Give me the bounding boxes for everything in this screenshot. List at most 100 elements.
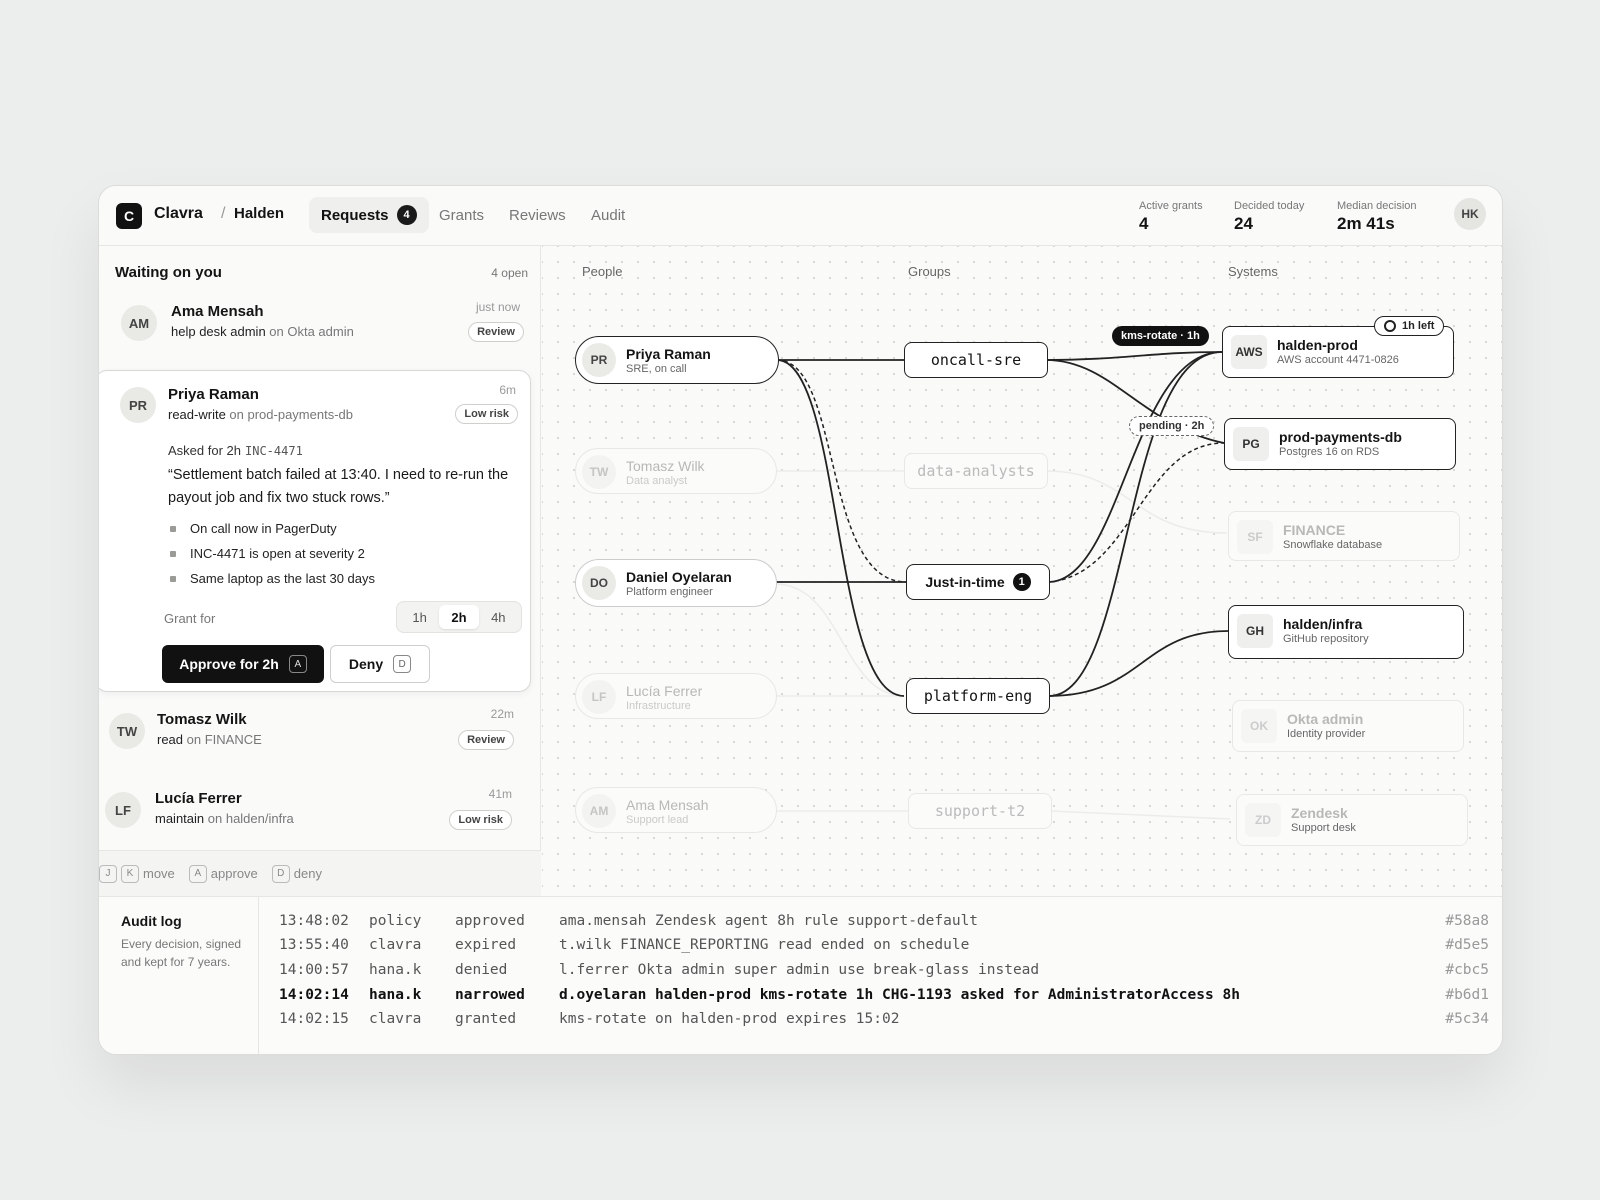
person-role: Data analyst xyxy=(626,475,688,487)
log-action: expired xyxy=(455,937,517,953)
request-scope: help desk admin on Okta admin xyxy=(171,324,354,339)
time-left-tag: 1h left xyxy=(1374,316,1445,336)
audit-log-panel: Audit log Every decision, signed and kep… xyxy=(99,896,1502,1054)
grant-for-label: Grant for xyxy=(164,611,216,626)
time-left-text: 1h left xyxy=(1402,320,1435,332)
key-k: K xyxy=(121,864,139,883)
audit-log-sidebar: Audit log Every decision, signed and kep… xyxy=(99,897,259,1054)
group-node-data-analysts[interactable]: data-analysts xyxy=(904,453,1048,489)
log-hash[interactable]: #cbc5 xyxy=(1445,962,1489,978)
avatar: PR xyxy=(582,343,616,377)
system-name: prod-payments-db xyxy=(1279,429,1402,445)
top-bar: C Clavra / Halden Requests 4 Grants Revi… xyxy=(99,186,1502,246)
avatar: AM xyxy=(582,794,616,828)
log-hash[interactable]: #5c34 xyxy=(1445,1011,1489,1027)
access-level: read-write xyxy=(168,407,226,422)
review-pill[interactable]: Review xyxy=(468,322,524,342)
clavra-logo-icon[interactable]: C xyxy=(116,203,142,229)
workspace-breadcrumb[interactable]: Halden xyxy=(234,205,284,222)
log-hash[interactable]: #d5e5 xyxy=(1445,937,1489,953)
deny-button[interactable]: Deny D xyxy=(330,645,430,683)
stat-label: Decided today xyxy=(1234,200,1305,212)
log-actor: policy xyxy=(369,913,422,929)
person-node-priya[interactable]: PR Priya Raman SRE, on call xyxy=(575,336,779,384)
signal-text: Same laptop as the last 30 days xyxy=(190,571,376,586)
system-node-prod-payments-db[interactable]: PG prod-payments-db Postgres 16 on RDS xyxy=(1224,418,1456,470)
audit-log-row[interactable]: 13:55:40 clavra expired t.wilk FINANCE_REPO… xyxy=(279,937,1489,961)
tab-audit[interactable]: Audit xyxy=(579,197,637,233)
zendesk-icon: ZD xyxy=(1245,803,1281,837)
key-d: D xyxy=(271,864,290,883)
system-name: Okta admin xyxy=(1287,711,1364,727)
queue-title: Waiting on you xyxy=(115,264,222,281)
github-icon: GH xyxy=(1237,614,1273,648)
stat-label: Median decision xyxy=(1337,200,1417,212)
justification-quote: “Settlement batch failed at 13:40. I nee… xyxy=(168,467,509,506)
audit-log-row[interactable]: 14:02:15 clavra granted kms-rotate on halde… xyxy=(279,1011,1489,1035)
signal-text: INC-4471 is open at severity 2 xyxy=(190,546,365,561)
system-name: halden-prod xyxy=(1277,337,1358,353)
risk-pill[interactable]: Low risk xyxy=(449,810,512,830)
avatar: TW xyxy=(109,713,145,749)
person-name: Priya Raman xyxy=(626,346,711,362)
log-actor: clavra xyxy=(369,937,422,953)
log-hash[interactable]: #b6d1 xyxy=(1445,987,1489,1003)
group-node-just-in-time[interactable]: Just-in-time 1 xyxy=(906,564,1050,600)
person-node-daniel[interactable]: DO Daniel Oyelaran Platform engineer xyxy=(575,559,777,607)
system-node-halden-infra[interactable]: GH halden/infra GitHub repository xyxy=(1228,605,1464,659)
system-name: Zendesk xyxy=(1291,805,1348,821)
edge-support-zendesk xyxy=(1049,810,1231,820)
key-j: J xyxy=(99,864,117,883)
breadcrumb-separator: / xyxy=(221,205,226,222)
request-queue: Waiting on you 4 open AM Ama Mensah help… xyxy=(99,246,541,896)
system-node-zendesk[interactable]: ZD Zendesk Support desk xyxy=(1236,794,1468,846)
group-node-oncall-sre[interactable]: oncall-sre xyxy=(904,342,1048,378)
system-node-finance[interactable]: SF FINANCE Snowflake database xyxy=(1228,511,1460,561)
duration-1h[interactable]: 1h xyxy=(400,605,439,629)
ticket-id[interactable]: INC-4471 xyxy=(245,444,303,458)
audit-log-row[interactable]: 13:48:02 policy approved ama.mensah Zendesk… xyxy=(279,913,1489,937)
user-avatar[interactable]: HK xyxy=(1454,198,1486,230)
log-detail: l.ferrer Okta admin super admin use brea… xyxy=(559,962,1040,978)
log-action: narrowed xyxy=(455,987,525,1003)
hint-text: approve xyxy=(210,866,258,881)
tab-grants[interactable]: Grants xyxy=(427,197,496,233)
pending-tag[interactable]: pending · 2h xyxy=(1129,416,1215,436)
approve-shortcut-key: A xyxy=(288,655,307,673)
log-time: 14:02:14 xyxy=(279,987,349,1003)
system-node-okta-admin[interactable]: OK Okta admin Identity provider xyxy=(1232,700,1464,752)
log-detail: kms-rotate on halden-prod expires 15:02 xyxy=(559,1011,900,1027)
tab-reviews[interactable]: Reviews xyxy=(497,197,578,233)
duration-selector: 1h 2h 4h xyxy=(396,601,522,633)
group-node-support-t2[interactable]: support-t2 xyxy=(908,793,1052,829)
stat-decided-today: Decided today 24 xyxy=(1234,200,1304,234)
column-header-systems: Systems xyxy=(1228,264,1278,279)
person-node-ama[interactable]: AM Ama Mensah Support lead xyxy=(575,787,777,833)
stat-median-decision: Median decision 2m 41s xyxy=(1337,200,1417,234)
stat-value: 4 xyxy=(1139,214,1149,233)
approve-label: Approve for 2h xyxy=(179,656,279,672)
duration-2h[interactable]: 2h xyxy=(439,605,479,629)
log-hash[interactable]: #58a8 xyxy=(1445,913,1489,929)
system-desc: GitHub repository xyxy=(1283,633,1369,645)
log-actor: hana.k xyxy=(369,987,422,1003)
app-window: C Clavra / Halden Requests 4 Grants Revi… xyxy=(98,185,1503,1055)
person-node-tomasz[interactable]: TW Tomasz Wilk Data analyst xyxy=(575,448,777,494)
audit-log-row[interactable]: 14:00:57 hana.k denied l.ferrer Okta admin … xyxy=(279,962,1489,986)
audit-log-title: Audit log xyxy=(121,913,182,929)
log-actor: hana.k xyxy=(369,962,422,978)
hint-deny: D deny xyxy=(271,864,322,883)
person-node-lucia[interactable]: LF Lucía Ferrer Infrastructure xyxy=(575,673,777,719)
approve-button[interactable]: Approve for 2h A xyxy=(162,645,324,683)
group-node-platform-eng[interactable]: platform-eng xyxy=(906,678,1050,714)
review-pill[interactable]: Review xyxy=(458,730,514,750)
risk-pill[interactable]: Low risk xyxy=(455,404,518,424)
log-detail: d.oyelaran halden-prod kms-rotate 1h CHG… xyxy=(559,987,1240,1003)
kms-rotate-tag[interactable]: kms-rotate · 1h xyxy=(1112,326,1209,346)
duration-4h[interactable]: 4h xyxy=(479,605,518,629)
deny-shortcut-key: D xyxy=(393,655,412,673)
group-name: Just-in-time xyxy=(925,574,1005,590)
audit-log-row[interactable]: 14:02:14 hana.k narrowed d.oyelaran halden-… xyxy=(279,987,1489,1011)
tab-requests[interactable]: Requests 4 xyxy=(309,197,429,233)
edge-do-platform-faded xyxy=(774,583,905,697)
